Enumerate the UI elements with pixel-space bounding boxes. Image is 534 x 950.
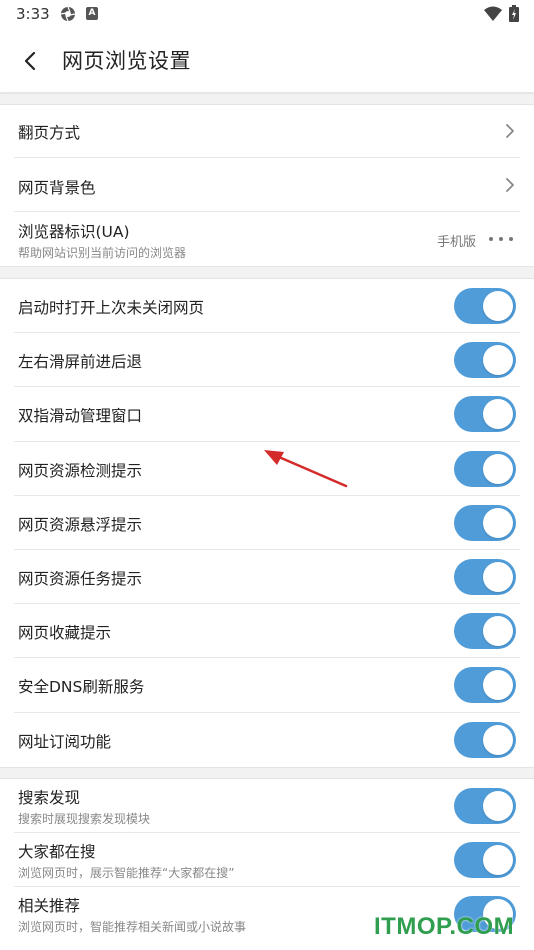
toggle-knob xyxy=(483,291,513,321)
toggle-setting-row[interactable]: 启动时打开上次未关闭网页 xyxy=(0,279,534,334)
toggle-knob xyxy=(483,562,513,592)
user-agent-subtitle: 帮助网站识别当前访问的浏览器 xyxy=(18,246,187,260)
toggle-setting-row[interactable]: 网页收藏提示 xyxy=(0,604,534,659)
chevron-right-icon xyxy=(506,178,514,192)
discovery-setting-subtitle: 搜索时展现搜索发现模块 xyxy=(18,812,151,826)
toggle-setting-row[interactable]: 网址订阅功能 xyxy=(0,712,534,767)
toggle-setting-label: 网址订阅功能 xyxy=(18,732,112,751)
page-background-row[interactable]: 网页背景色 xyxy=(0,158,534,212)
aperture-icon xyxy=(60,6,76,22)
toggle-knob xyxy=(483,845,513,875)
discovery-setting-label: 相关推荐 xyxy=(18,897,81,915)
discovery-setting-subtitle: 浏览网页时，智能推荐相关新闻或小说故事 xyxy=(18,920,247,934)
page-turn-mode-label: 翻页方式 xyxy=(18,124,81,142)
section-separator xyxy=(0,266,534,279)
user-agent-row[interactable]: 浏览器标识(UA) 帮助网站识别当前访问的浏览器 手机版 xyxy=(0,212,534,266)
toggle-setting-label: 网页资源悬浮提示 xyxy=(18,515,143,534)
toggle-switch[interactable] xyxy=(454,721,516,758)
toggle-knob xyxy=(483,670,513,701)
toggle-switch[interactable] xyxy=(454,450,516,487)
toggle-setting-label: 安全DNS刷新服务 xyxy=(18,678,145,697)
toggle-setting-label: 双指滑动管理窗口 xyxy=(18,407,143,426)
toggle-knob xyxy=(483,345,513,376)
page-title: 网页浏览设置 xyxy=(62,49,191,73)
toggle-knob xyxy=(483,507,513,538)
toggle-setting-row[interactable]: 双指滑动管理窗口 xyxy=(0,387,534,442)
toggle-switch[interactable] xyxy=(454,559,516,595)
discovery-setting-subtitle: 浏览网页时，展示智能推荐“大家都在搜” xyxy=(18,866,235,880)
user-agent-value: 手机版 xyxy=(436,235,476,250)
a-letter-icon: A xyxy=(86,7,98,20)
discovery-setting-label: 搜索发现 xyxy=(18,789,81,807)
toggle-switch[interactable] xyxy=(454,396,516,433)
toggle-knob xyxy=(483,791,513,821)
toggle-switch[interactable] xyxy=(454,667,516,704)
back-arrow-icon[interactable] xyxy=(14,44,48,78)
more-horizontal-icon[interactable] xyxy=(488,235,514,243)
discovery-setting-row[interactable]: 搜索发现搜索时展现搜索发现模块 xyxy=(0,779,534,833)
toggle-knob xyxy=(483,399,513,430)
page-turn-mode-row[interactable]: 翻页方式 xyxy=(0,105,534,158)
battery-charging-icon xyxy=(509,5,519,22)
section-separator xyxy=(0,767,534,779)
discovery-setting-row[interactable]: 大家都在搜浏览网页时，展示智能推荐“大家都在搜” xyxy=(0,833,534,887)
toggle-setting-label: 网页收藏提示 xyxy=(18,624,112,643)
toggle-setting-label: 左右滑屏前进后退 xyxy=(18,353,143,372)
toggle-setting-row[interactable]: 网页资源任务提示 xyxy=(0,550,534,605)
watermark: ITMOP.COM xyxy=(374,913,515,940)
discovery-setting-label: 大家都在搜 xyxy=(18,843,96,861)
toggle-switch[interactable] xyxy=(454,504,516,541)
toggle-setting-label: 启动时打开上次未关闭网页 xyxy=(18,299,205,317)
toggle-switch[interactable] xyxy=(454,842,516,878)
page-background-label: 网页背景色 xyxy=(18,179,96,197)
toggle-setting-row[interactable]: 网页资源检测提示 xyxy=(0,441,534,496)
toggle-setting-label: 网页资源任务提示 xyxy=(18,570,143,588)
toggle-setting-row[interactable]: 网页资源悬浮提示 xyxy=(0,495,534,550)
toggle-setting-row[interactable]: 左右滑屏前进后退 xyxy=(0,333,534,388)
toggle-switch[interactable] xyxy=(454,788,516,824)
user-agent-label: 浏览器标识(UA) xyxy=(18,223,130,241)
status-bar: 3:33 A xyxy=(0,0,534,28)
app-header: 网页浏览设置 xyxy=(0,28,534,92)
toggle-switch[interactable] xyxy=(454,613,516,650)
toggle-switch[interactable] xyxy=(454,342,516,379)
toggle-setting-row[interactable]: 安全DNS刷新服务 xyxy=(0,658,534,713)
section-separator xyxy=(0,93,534,105)
toggle-setting-label: 网页资源检测提示 xyxy=(18,461,143,480)
wifi-icon xyxy=(484,6,502,21)
status-time: 3:33 xyxy=(16,5,50,23)
chevron-right-icon xyxy=(506,124,514,138)
toggle-knob xyxy=(483,724,513,755)
toggle-knob xyxy=(483,616,513,647)
toggle-knob xyxy=(483,453,513,484)
toggle-switch[interactable] xyxy=(454,288,516,324)
